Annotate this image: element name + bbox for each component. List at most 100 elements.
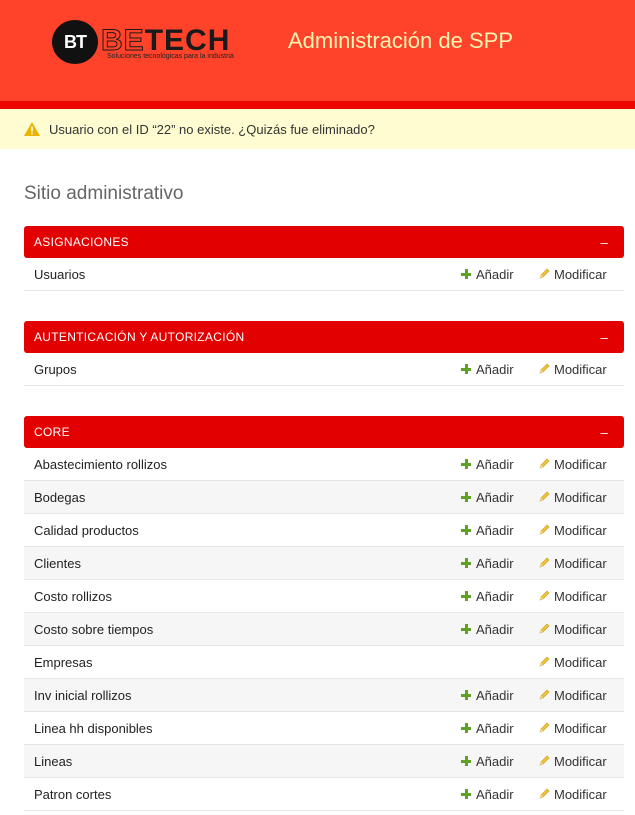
add-label: Añadir — [476, 456, 514, 472]
pencil-icon — [538, 623, 550, 635]
change-label: Modificar — [554, 621, 607, 637]
model-row: Abastecimiento rollizos Añadir Modificar — [24, 448, 624, 481]
collapse-toggle[interactable]: – — [600, 425, 608, 440]
add-label: Añadir — [476, 786, 514, 802]
model-link[interactable]: Empresas — [34, 655, 93, 670]
app-caption[interactable]: ASIGNACIONES – — [24, 226, 624, 258]
model-row: Empresas Modificar — [24, 646, 624, 679]
pencil-icon — [538, 268, 550, 280]
pencil-icon — [538, 491, 550, 503]
app-module: AUTENTICACIÓN Y AUTORIZACIÓN – Grupos Añadi… — [24, 321, 624, 386]
pencil-icon — [538, 788, 550, 800]
pencil-icon — [538, 524, 550, 536]
change-link[interactable]: Modificar — [538, 490, 607, 505]
add-link[interactable]: Añadir — [461, 362, 514, 377]
add-link[interactable]: Añadir — [461, 267, 514, 282]
model-row: Grupos Añadir Modificar — [24, 353, 624, 386]
plus-icon — [461, 723, 471, 733]
model-row: Clientes Añadir Modificar — [24, 547, 624, 580]
pencil-icon — [538, 755, 550, 767]
add-label: Añadir — [476, 361, 514, 377]
add-link[interactable]: Añadir — [461, 622, 514, 637]
betech-logo-mark[interactable]: BT — [52, 20, 98, 64]
change-label: Modificar — [554, 361, 607, 377]
add-link[interactable]: Añadir — [461, 589, 514, 604]
add-link[interactable]: Añadir — [461, 556, 514, 571]
add-link[interactable]: Añadir — [461, 688, 514, 703]
add-link[interactable]: Añadir — [461, 721, 514, 736]
model-row: Lineas Añadir Modificar — [24, 745, 624, 778]
model-link[interactable]: Calidad productos — [34, 523, 139, 538]
model-link[interactable]: Costo rollizos — [34, 589, 112, 604]
model-row: Costo sobre tiempos Añadir Modificar — [24, 613, 624, 646]
warning-message: Usuario con el ID “22” no existe. ¿Quizá… — [0, 109, 635, 149]
change-link[interactable]: Modificar — [538, 556, 607, 571]
change-label: Modificar — [554, 555, 607, 571]
change-label: Modificar — [554, 456, 607, 472]
model-link[interactable]: Patron cortes — [34, 787, 111, 802]
change-label: Modificar — [554, 489, 607, 505]
app-caption-label[interactable]: CORE — [34, 425, 70, 439]
change-link[interactable]: Modificar — [538, 721, 607, 736]
change-label: Modificar — [554, 687, 607, 703]
change-link[interactable]: Modificar — [538, 362, 607, 377]
change-link[interactable]: Modificar — [538, 622, 607, 637]
model-link[interactable]: Costo sobre tiempos — [34, 622, 153, 637]
model-row: Usuarios Añadir Modificar — [24, 258, 624, 291]
add-link[interactable]: Añadir — [461, 787, 514, 802]
app-module: CORE – Abastecimiento rollizos Añadir Modifi… — [24, 416, 624, 811]
add-link[interactable]: Añadir — [461, 754, 514, 769]
pencil-icon — [538, 722, 550, 734]
plus-icon — [461, 756, 471, 766]
model-link[interactable]: Inv inicial rollizos — [34, 688, 132, 703]
plus-icon — [461, 492, 471, 502]
change-link[interactable]: Modificar — [538, 267, 607, 282]
plus-icon — [461, 459, 471, 469]
pencil-icon — [538, 656, 550, 668]
plus-icon — [461, 525, 471, 535]
change-link[interactable]: Modificar — [538, 754, 607, 769]
model-row: Inv inicial rollizos Añadir Modificar — [24, 679, 624, 712]
change-link[interactable]: Modificar — [538, 688, 607, 703]
change-label: Modificar — [554, 753, 607, 769]
app-caption-label[interactable]: AUTENTICACIÓN Y AUTORIZACIÓN — [34, 330, 244, 344]
app-caption-label[interactable]: ASIGNACIONES — [34, 235, 129, 249]
model-link[interactable]: Usuarios — [34, 267, 85, 282]
change-label: Modificar — [554, 786, 607, 802]
site-title[interactable]: Administración de SPP — [288, 28, 513, 54]
model-link[interactable]: Grupos — [34, 362, 77, 377]
change-link[interactable]: Modificar — [538, 655, 607, 670]
change-label: Modificar — [554, 720, 607, 736]
pencil-icon — [538, 557, 550, 569]
plus-icon — [461, 269, 471, 279]
model-link[interactable]: Linea hh disponibles — [34, 721, 153, 736]
model-link[interactable]: Bodegas — [34, 490, 85, 505]
change-link[interactable]: Modificar — [538, 787, 607, 802]
collapse-toggle[interactable]: – — [600, 330, 608, 345]
add-label: Añadir — [476, 588, 514, 604]
plus-icon — [461, 558, 471, 568]
change-link[interactable]: Modificar — [538, 523, 607, 538]
add-link[interactable]: Añadir — [461, 523, 514, 538]
add-link[interactable]: Añadir — [461, 490, 514, 505]
pencil-icon — [538, 458, 550, 470]
plus-icon — [461, 624, 471, 634]
model-link[interactable]: Abastecimiento rollizos — [34, 457, 167, 472]
model-row: Costo rollizos Añadir Modificar — [24, 580, 624, 613]
add-link[interactable]: Añadir — [461, 457, 514, 472]
app-caption[interactable]: CORE – — [24, 416, 624, 448]
change-link[interactable]: Modificar — [538, 457, 607, 472]
add-label: Añadir — [476, 266, 514, 282]
collapse-toggle[interactable]: – — [600, 235, 608, 250]
betech-logo-text[interactable]: BETECH — [101, 25, 230, 56]
model-link[interactable]: Clientes — [34, 556, 81, 571]
pencil-icon — [538, 590, 550, 602]
add-label: Añadir — [476, 489, 514, 505]
add-label: Añadir — [476, 687, 514, 703]
change-link[interactable]: Modificar — [538, 589, 607, 604]
add-label: Añadir — [476, 753, 514, 769]
model-row: Bodegas Añadir Modificar — [24, 481, 624, 514]
model-row: Linea hh disponibles Añadir Modificar — [24, 712, 624, 745]
app-caption[interactable]: AUTENTICACIÓN Y AUTORIZACIÓN – — [24, 321, 624, 353]
model-link[interactable]: Lineas — [34, 754, 72, 769]
